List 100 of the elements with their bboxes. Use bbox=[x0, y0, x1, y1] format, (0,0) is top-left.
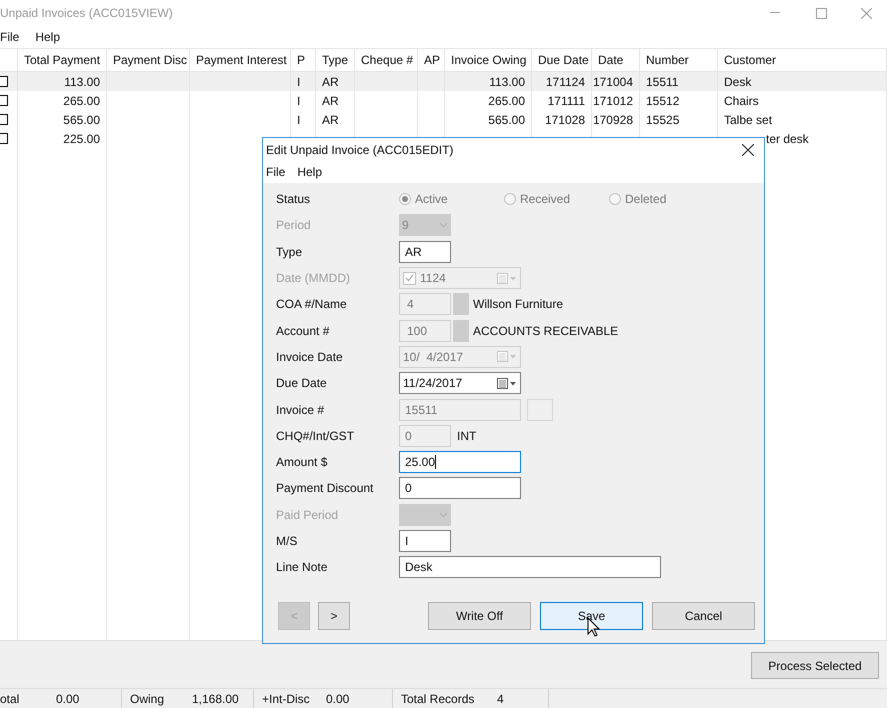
column-header[interactable]: Date bbox=[592, 49, 640, 71]
row-checkbox[interactable] bbox=[0, 133, 8, 144]
process-selected-button[interactable]: Process Selected bbox=[751, 652, 879, 679]
table-cell-text: 113.00 bbox=[64, 74, 100, 90]
account-name: Willson Furniture bbox=[473, 296, 564, 314]
column-header[interactable]: Number bbox=[640, 49, 718, 71]
menu-item[interactable]: Help bbox=[297, 163, 322, 181]
input-field[interactable]: I bbox=[399, 530, 451, 552]
column-header[interactable]: AP bbox=[418, 49, 445, 71]
table-row[interactable]: 265.00 I AR 265.00 171111 171012 15512 Chairs bbox=[0, 91, 887, 110]
field-label: Invoice # bbox=[276, 402, 326, 419]
column-header[interactable]: Cheque # bbox=[355, 49, 418, 71]
field-label: COA #/Name bbox=[276, 296, 348, 314]
menu-item[interactable]: Help bbox=[35, 28, 60, 46]
field-label: M/S bbox=[276, 533, 298, 550]
radio-label: Deleted bbox=[625, 191, 666, 208]
status-value: 0.00 bbox=[56, 690, 80, 708]
dialog-button[interactable]: Write Off bbox=[428, 602, 531, 630]
table-cell-text: AR bbox=[322, 74, 339, 90]
calendar-dropdown-icon[interactable] bbox=[497, 378, 517, 389]
table-cell-text: 265.00 bbox=[63, 92, 100, 110]
maximize-icon[interactable] bbox=[816, 8, 827, 18]
radio-label: Active bbox=[415, 191, 448, 208]
table-cell-text: 15511 bbox=[646, 74, 678, 90]
column-header[interactable]: Payment Disc bbox=[107, 49, 190, 71]
row-checkbox[interactable] bbox=[0, 76, 8, 87]
table-cell-text: 565.00 bbox=[488, 112, 525, 128]
next-button[interactable]: > bbox=[318, 602, 350, 630]
row-checkbox[interactable] bbox=[0, 95, 8, 106]
field-label: Due Date bbox=[276, 375, 328, 392]
table-cell-text: AR bbox=[322, 92, 339, 110]
table-cell-text: 225.00 bbox=[63, 130, 100, 148]
field-label: Status bbox=[276, 191, 312, 208]
field-label: CHQ#/Int/GST bbox=[276, 428, 356, 445]
field-label: Payment Discount bbox=[276, 480, 374, 498]
dialog-title: Edit Unpaid Invoice (ACC015EDIT) bbox=[266, 142, 454, 158]
field-label: Invoice Date bbox=[276, 348, 344, 366]
account-name: ACCOUNTS RECEIVABLE bbox=[473, 322, 618, 340]
date-picker[interactable]: 10/ 4/2017 bbox=[399, 346, 521, 368]
column-header[interactable]: Total Payment bbox=[18, 49, 107, 71]
input-field[interactable]: 15511 bbox=[399, 398, 521, 421]
column-header[interactable]: Type bbox=[316, 49, 355, 71]
input-field[interactable]: 0 bbox=[399, 477, 521, 500]
minimize-icon[interactable] bbox=[770, 12, 780, 14]
table-cell-text: 15525 bbox=[646, 112, 680, 128]
status-value: 1,168.00 bbox=[192, 690, 239, 708]
column-header[interactable]: Customer bbox=[718, 49, 887, 71]
table-cell-text: 171028 bbox=[544, 112, 585, 128]
status-label: +Int-Disc bbox=[262, 690, 311, 708]
field-label: Period bbox=[276, 217, 312, 234]
field-label: Line Note bbox=[276, 559, 328, 576]
dialog-button[interactable]: Save bbox=[540, 602, 643, 630]
field-label: Amount $ bbox=[276, 454, 328, 472]
input-field[interactable]: 25.00 bbox=[399, 451, 521, 474]
table-cell-text: 265.00 bbox=[488, 92, 525, 110]
radio-label: Received bbox=[520, 191, 570, 208]
input-field[interactable]: 0 bbox=[399, 424, 451, 447]
table-row[interactable]: 565.00 I AR 565.00 171028 170928 15525 Talbe set bbox=[0, 110, 887, 129]
column-header[interactable]: Payment Interest bbox=[190, 49, 291, 71]
table-cell-text: I bbox=[297, 112, 300, 128]
table-cell-text: 171111 bbox=[548, 92, 585, 110]
table-cell-text: 171012 bbox=[592, 92, 633, 110]
column-header[interactable]: Due Date bbox=[532, 49, 592, 71]
table-cell-text: 15512 bbox=[646, 92, 680, 110]
input-field[interactable]: AR bbox=[399, 240, 451, 263]
radio-button[interactable] bbox=[504, 193, 516, 206]
table-cell-text: Talbe set bbox=[724, 112, 772, 128]
field-suffix: INT bbox=[457, 428, 476, 445]
row-checkbox[interactable] bbox=[0, 114, 8, 125]
date-picker[interactable]: 11/24/2017 bbox=[399, 372, 521, 394]
status-value: 0.00 bbox=[326, 690, 350, 708]
table-cell-text: ter desk bbox=[766, 130, 809, 148]
table-cell-text: Chairs bbox=[724, 92, 759, 110]
menu-item[interactable]: File bbox=[0, 28, 20, 46]
table-cell-text: 170928 bbox=[592, 112, 633, 128]
table-cell-text: 113.00 bbox=[489, 74, 525, 90]
close-icon[interactable] bbox=[742, 144, 754, 156]
window-title: Unpaid Invoices (ACC015VIEW) bbox=[0, 5, 174, 22]
table-row[interactable]: 113.00 I AR 113.00 171124 171004 15511 Desk bbox=[0, 72, 887, 91]
field-label: Type bbox=[276, 244, 304, 261]
input-field[interactable]: 100 bbox=[399, 320, 451, 342]
column-header[interactable]: Invoice Owing bbox=[445, 49, 532, 71]
status-label: Owing bbox=[130, 690, 166, 708]
column-header[interactable]: P bbox=[291, 49, 316, 71]
field-label: Account # bbox=[276, 322, 330, 340]
input-field[interactable]: Desk bbox=[399, 556, 661, 578]
status-value: 4 bbox=[497, 690, 504, 708]
field-label: Date (MMDD) bbox=[276, 270, 351, 288]
menu-item[interactable]: File bbox=[266, 163, 286, 181]
table-cell-text: I bbox=[297, 74, 300, 90]
radio-button[interactable] bbox=[399, 193, 411, 206]
input-field[interactable]: 4 bbox=[399, 293, 451, 316]
table-cell-text: Desk bbox=[724, 74, 752, 90]
table-cell-text: 565.00 bbox=[63, 112, 100, 128]
table-cell-text: AR bbox=[322, 112, 339, 128]
table-cell-text: 171124 bbox=[546, 74, 585, 90]
radio-button[interactable] bbox=[609, 193, 621, 206]
status-label: Total Records bbox=[401, 690, 476, 708]
dialog-button[interactable]: Cancel bbox=[652, 602, 755, 630]
table-cell-text: 171004 bbox=[592, 74, 633, 90]
